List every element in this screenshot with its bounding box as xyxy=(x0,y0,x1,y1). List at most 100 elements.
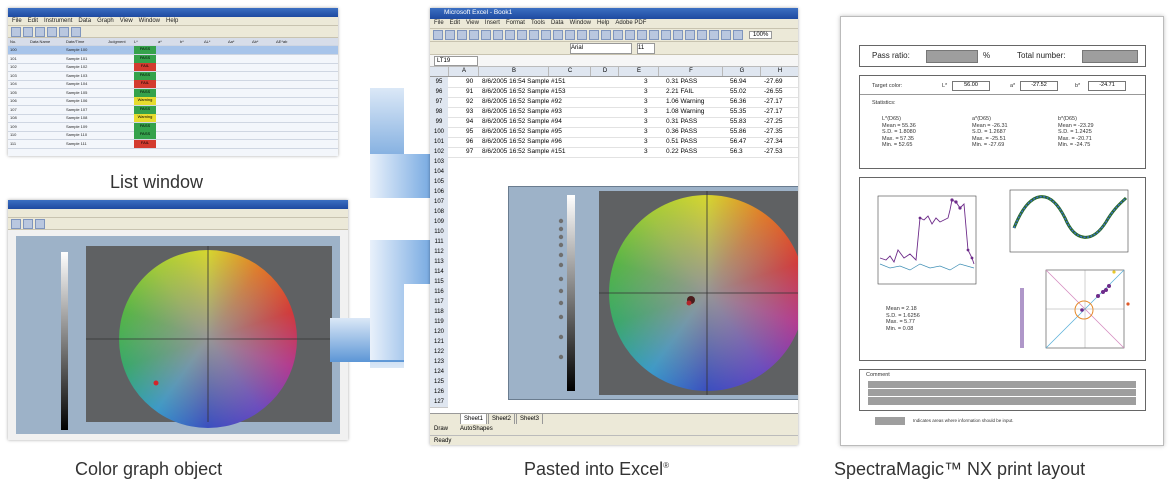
excel-menu-item[interactable]: File xyxy=(434,20,444,26)
column-header[interactable]: b* xyxy=(180,39,184,44)
cell-b[interactable]: 8/6/2005 16:52 Sample #93 xyxy=(482,108,562,115)
cell-b[interactable]: 8/6/2005 16:52 Sample #153 xyxy=(482,88,565,95)
excel-menu-item[interactable]: Adobe PDF xyxy=(615,20,646,26)
cell-a[interactable]: 91 xyxy=(466,88,473,95)
cell-g[interactable]: 56.3 xyxy=(730,148,743,155)
cell-b[interactable]: 8/6/2005 16:52 Sample #94 xyxy=(482,118,562,125)
cell-g[interactable]: 55.86 xyxy=(730,128,746,135)
toolbar-button-icon[interactable] xyxy=(661,30,671,40)
cell-d[interactable]: 3 xyxy=(644,148,648,155)
cell-b[interactable]: 8/6/2005 16:54 Sample #151 xyxy=(482,78,565,85)
column-header[interactable]: Data Name xyxy=(30,39,50,44)
cell-d[interactable]: 3 xyxy=(644,128,648,135)
row-header[interactable]: 99 xyxy=(430,117,448,127)
cell-a[interactable]: 94 xyxy=(466,118,473,125)
cell-h[interactable]: -27.53 xyxy=(764,148,782,155)
column-header[interactable]: E xyxy=(618,67,659,76)
column-header[interactable]: C xyxy=(548,67,591,76)
menu-item[interactable]: File xyxy=(12,18,22,24)
excel-menu-item[interactable]: Format xyxy=(506,20,525,26)
toolbar-button-icon[interactable] xyxy=(433,30,443,40)
cell-e[interactable]: 2.21 FAIL xyxy=(666,88,694,95)
toolbar-button-icon[interactable] xyxy=(637,30,647,40)
column-header[interactable]: D xyxy=(590,67,619,76)
cell-d[interactable]: 3 xyxy=(644,108,648,115)
cell-h[interactable]: -27.25 xyxy=(764,118,782,125)
column-header[interactable]: B xyxy=(478,67,549,76)
cell-b[interactable]: 8/6/2005 16:52 Sample #96 xyxy=(482,138,562,145)
row-header[interactable]: 100 xyxy=(430,127,448,137)
toolbar-button-icon[interactable] xyxy=(721,30,731,40)
menu-item[interactable]: Graph xyxy=(97,18,114,24)
excel-menu-item[interactable]: Data xyxy=(551,20,564,26)
toolbar-button-icon[interactable] xyxy=(613,30,623,40)
toolbar-button-icon[interactable] xyxy=(625,30,635,40)
column-header[interactable]: No. xyxy=(10,39,16,44)
cell-a[interactable]: 96 xyxy=(466,138,473,145)
name-box[interactable]: LT19 xyxy=(434,56,478,66)
cell-g[interactable]: 56.94 xyxy=(730,78,746,85)
row-header[interactable]: 98 xyxy=(430,107,448,117)
list-window-titlebar[interactable] xyxy=(8,8,338,17)
cell-b[interactable]: 8/6/2005 16:52 Sample #151 xyxy=(482,148,565,155)
toolbar-button-icon[interactable] xyxy=(481,30,491,40)
column-header[interactable]: Date/Time xyxy=(66,39,84,44)
cell-d[interactable]: 3 xyxy=(644,88,648,95)
column-header[interactable]: ΔE*ab xyxy=(276,39,287,44)
row-header[interactable]: 96 xyxy=(430,87,448,97)
excel-menu-item[interactable]: Tools xyxy=(531,20,545,26)
column-header[interactable]: Judgment xyxy=(108,39,126,44)
toolbar-button-icon[interactable] xyxy=(601,30,611,40)
column-header[interactable]: ΔL* xyxy=(204,39,210,44)
menu-item[interactable]: Edit xyxy=(28,18,38,24)
cell-e[interactable]: 0.31 PASS xyxy=(666,118,697,125)
font-name-box[interactable]: Arial xyxy=(570,43,632,54)
row-header[interactable]: 97 xyxy=(430,97,448,107)
toolbar-button-icon[interactable] xyxy=(697,30,707,40)
cell-h[interactable]: -26.55 xyxy=(764,88,782,95)
toolbar-button-icon[interactable] xyxy=(529,30,539,40)
column-header[interactable]: F xyxy=(658,67,723,76)
cell-h[interactable]: -27.17 xyxy=(764,98,782,105)
cell-d[interactable]: 3 xyxy=(644,118,648,125)
target-icon[interactable] xyxy=(47,26,57,37)
column-header[interactable]: Δa* xyxy=(228,39,234,44)
cell-g[interactable]: 55.02 xyxy=(730,88,746,95)
cell-h[interactable]: -27.35 xyxy=(764,128,782,135)
toolbar-button-icon[interactable] xyxy=(553,30,563,40)
cell-g[interactable]: 56.36 xyxy=(730,98,746,105)
menu-item[interactable]: View xyxy=(120,18,133,24)
row-header[interactable]: 95 xyxy=(430,77,448,87)
toolbar-button-icon[interactable] xyxy=(565,30,575,40)
excel-menu-item[interactable]: View xyxy=(466,20,479,26)
excel-menu-item[interactable]: Insert xyxy=(485,20,500,26)
column-header[interactable]: H xyxy=(760,67,798,76)
cell-e[interactable]: 0.36 PASS xyxy=(666,128,697,135)
toolbar-button-icon[interactable] xyxy=(517,30,527,40)
cell-e[interactable]: 1.06 Warning xyxy=(666,98,704,105)
table-row[interactable]: 111 Sample 111 FAIL xyxy=(8,139,338,149)
cell-e[interactable]: 1.08 Warning xyxy=(666,108,704,115)
menu-item[interactable]: Help xyxy=(166,18,178,24)
list-table[interactable]: No. Data Name Date/Time Judgment L* a* b* ΔL* Δa… xyxy=(8,38,338,156)
cell-d[interactable]: 3 xyxy=(644,98,648,105)
excel-row[interactable]: 102 97 8/6/2005 16:52 Sample #151 3 0.22 PAS… xyxy=(430,147,798,158)
menu-item[interactable]: Window xyxy=(139,18,160,24)
draw-toolbar-item[interactable]: Draw xyxy=(434,426,448,432)
toolbar-button-icon[interactable] xyxy=(685,30,695,40)
zoom-icon[interactable] xyxy=(11,218,21,229)
cell-g[interactable]: 56.47 xyxy=(730,138,746,145)
cell-a[interactable]: 95 xyxy=(466,128,473,135)
column-header[interactable]: Δb* xyxy=(252,39,258,44)
toolbar-button-icon[interactable] xyxy=(445,30,455,40)
graph-icon[interactable] xyxy=(59,26,69,37)
color-graph-titlebar[interactable] xyxy=(8,200,348,209)
toolbar-button-icon[interactable] xyxy=(649,30,659,40)
measure-icon[interactable] xyxy=(35,26,45,37)
cell-e[interactable]: 0.31 PASS xyxy=(666,78,697,85)
print-icon[interactable] xyxy=(71,26,81,37)
font-size-box[interactable]: 11 xyxy=(637,43,655,54)
toolbar-button-icon[interactable] xyxy=(541,30,551,40)
row-header[interactable]: 101 xyxy=(430,137,448,147)
open-icon[interactable] xyxy=(11,26,21,37)
